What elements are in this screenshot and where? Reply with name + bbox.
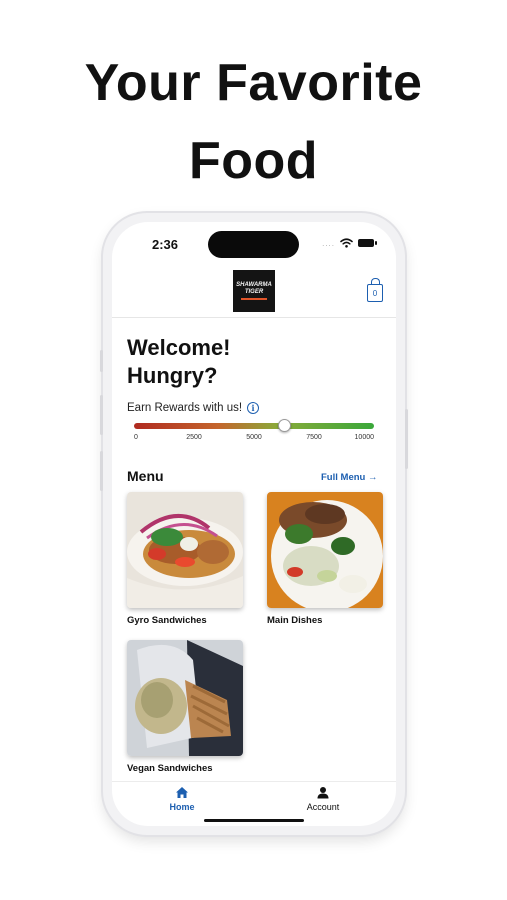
welcome-line-2: Hungry? <box>127 363 218 388</box>
main-dishes-image <box>267 492 383 608</box>
battery-icon <box>358 239 377 247</box>
menu-card-gyro-sandwiches[interactable]: Gyro Sandwiches <box>127 492 243 626</box>
rewards-tick-label: 10000 <box>354 434 374 441</box>
rewards-progress-thumb[interactable] <box>277 419 291 432</box>
headline: Your Favorite Food <box>0 44 507 200</box>
info-icon[interactable]: i <box>247 402 260 414</box>
rewards-label: Earn Rewards with us! i <box>127 402 260 414</box>
dynamic-island <box>208 231 299 258</box>
menu-card-vegan-sandwiches[interactable]: Vegan Sandwiches <box>127 640 243 774</box>
welcome-heading: Welcome! Hungry? <box>127 334 231 390</box>
rewards-label-text: Earn Rewards with us! <box>127 402 243 414</box>
logo-stripe <box>241 298 267 300</box>
menu-card-label: Main Dishes <box>267 615 323 626</box>
tab-account-label: Account <box>306 802 340 812</box>
side-button-power <box>405 409 408 469</box>
restaurant-logo[interactable]: SHAWARMA TIGER <box>233 270 275 312</box>
tab-account[interactable]: Account <box>278 786 368 812</box>
rewards-tick-label: 0 <box>134 434 138 441</box>
signal-dots: .... <box>322 238 335 248</box>
headline-line-2: Food <box>188 132 319 190</box>
rewards-tick-label: 7500 <box>306 434 322 441</box>
phone-frame: 2:36 .... SHAWARMA TIGER 0 Welcome! Hung… <box>100 213 408 835</box>
app-screen: 2:36 .... SHAWARMA TIGER 0 Welcome! Hung… <box>112 222 396 826</box>
rewards-progress-track <box>134 423 374 429</box>
tab-home-label: Home <box>169 802 195 812</box>
menu-title: Menu <box>127 468 164 484</box>
tab-bar-divider <box>112 781 396 782</box>
status-icons: .... <box>322 238 377 248</box>
tab-home[interactable]: Home <box>137 786 227 812</box>
menu-card-label: Vegan Sandwiches <box>127 763 213 774</box>
rewards-tick-label: 5000 <box>246 434 262 441</box>
rewards-tick-labels: 0 2500 5000 7500 10000 <box>134 434 374 448</box>
side-button-volume-down <box>100 451 103 491</box>
menu-card-main-dishes[interactable]: Main Dishes <box>267 492 383 626</box>
status-time: 2:36 <box>152 237 179 252</box>
wifi-icon <box>340 238 353 248</box>
side-button-volume-up <box>100 395 103 435</box>
logo-text-line-2: TIGER <box>244 289 264 295</box>
shopping-bag-icon[interactable]: 0 <box>367 278 383 302</box>
home-indicator <box>204 819 304 822</box>
home-icon <box>176 787 188 798</box>
menu-card-label: Gyro Sandwiches <box>127 615 207 626</box>
side-button-mute <box>100 350 103 372</box>
headline-line-1: Your Favorite <box>84 54 423 112</box>
full-menu-link[interactable]: Full Menu → <box>321 472 377 483</box>
rewards-tick-label: 2500 <box>186 434 202 441</box>
welcome-line-1: Welcome! <box>127 335 231 360</box>
gyro-sandwiches-image <box>127 492 243 608</box>
logo-text-line-1: SHAWARMA <box>236 282 272 288</box>
header-divider <box>112 317 396 318</box>
account-icon <box>317 787 329 799</box>
cart-count: 0 <box>372 288 378 298</box>
vegan-sandwiches-image <box>127 640 243 756</box>
